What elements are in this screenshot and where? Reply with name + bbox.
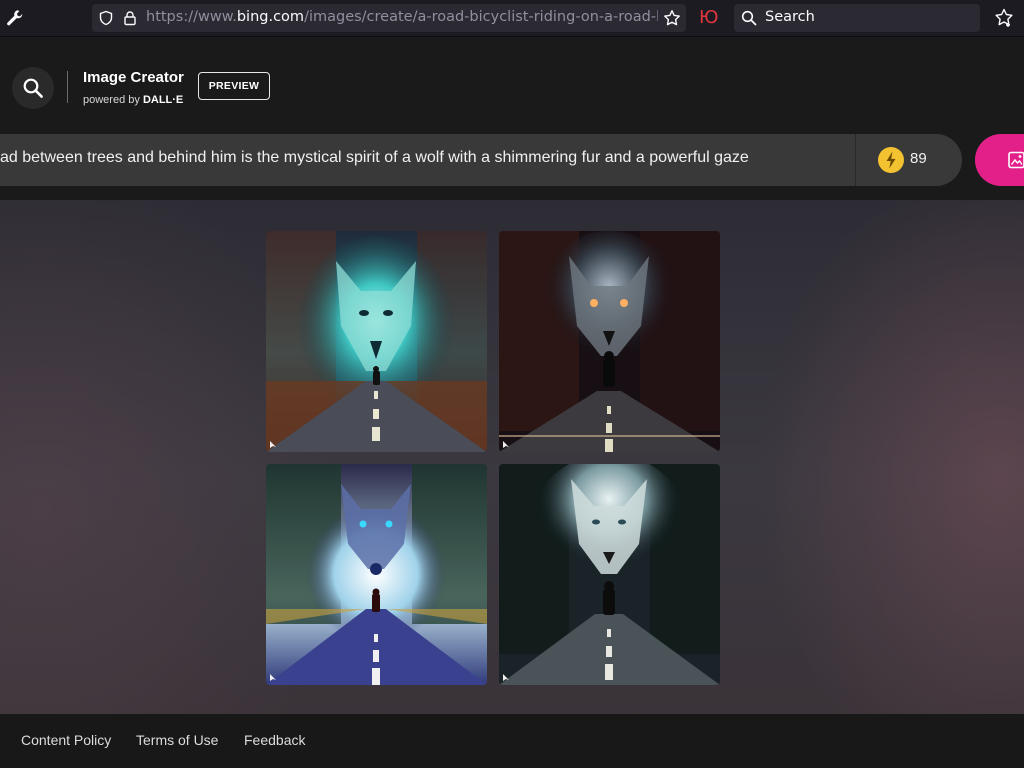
prompt-text[interactable]: ad between trees and behind him is the m…: [0, 149, 820, 167]
lightning-icon: [878, 147, 904, 173]
wrench-icon[interactable]: [5, 8, 25, 28]
url-text[interactable]: https://www.bing.com/images/create/a-roa…: [146, 9, 658, 25]
footer-link-feedback[interactable]: Feedback: [244, 732, 305, 748]
bing-badge-icon: [503, 674, 509, 681]
search-icon: [23, 78, 43, 98]
powered-by: powered by DALL·E: [83, 94, 184, 106]
generated-image-2[interactable]: [499, 231, 720, 452]
lock-icon[interactable]: [122, 10, 138, 30]
header-divider: [67, 71, 68, 103]
extension-icon[interactable]: Ю: [699, 6, 721, 30]
browser-search-bar[interactable]: Search: [734, 4, 980, 32]
bing-badge-icon: [270, 441, 276, 448]
browser-toolbar: https://www.bing.com/images/create/a-roa…: [0, 0, 1024, 37]
generated-image-3[interactable]: [266, 464, 487, 685]
footer-link-terms-of-use[interactable]: Terms of Use: [136, 732, 218, 748]
star-icon[interactable]: [663, 9, 681, 31]
boost-count: 89: [910, 150, 927, 167]
search-icon: [741, 10, 757, 30]
create-button[interactable]: [975, 134, 1024, 186]
page-content: Image Creator powered by DALL·E PREVIEW …: [0, 38, 1024, 768]
prompt-divider: [855, 134, 856, 186]
image-create-icon: [1008, 151, 1024, 169]
page-title[interactable]: Image Creator: [83, 69, 184, 86]
generated-image-1[interactable]: [266, 231, 487, 452]
bing-badge-icon: [270, 674, 276, 681]
bookmark-star-icon[interactable]: [993, 7, 1015, 33]
page-header: Image Creator powered by DALL·E PREVIEW …: [0, 38, 1024, 200]
preview-badge: PREVIEW: [198, 72, 270, 100]
prompt-input[interactable]: ad between trees and behind him is the m…: [0, 134, 962, 186]
page-footer: Content Policy Terms of Use Feedback: [0, 714, 1024, 768]
bing-search-button[interactable]: [12, 67, 54, 109]
footer-link-content-policy[interactable]: Content Policy: [21, 732, 111, 748]
shield-icon[interactable]: [98, 10, 114, 30]
generated-image-4[interactable]: [499, 464, 720, 685]
search-placeholder: Search: [765, 9, 815, 25]
bing-badge-icon: [503, 441, 509, 448]
address-bar[interactable]: https://www.bing.com/images/create/a-roa…: [92, 4, 686, 32]
